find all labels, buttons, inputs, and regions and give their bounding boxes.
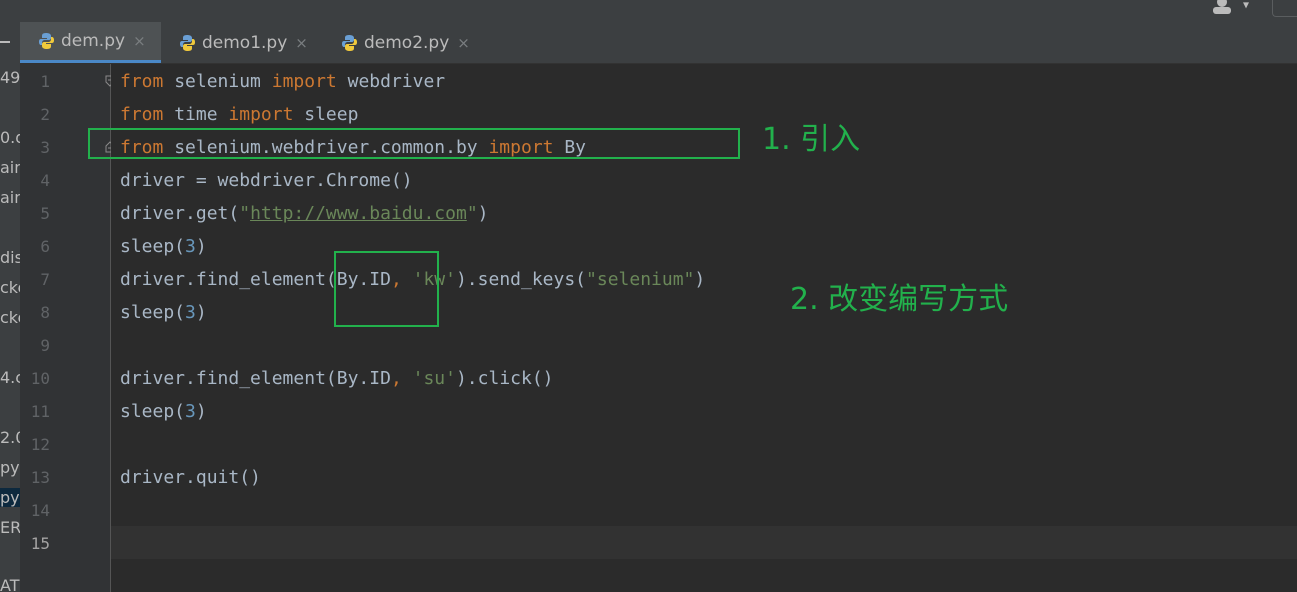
code-line-11: sleep(3): [120, 395, 207, 428]
code-text: sleep(: [120, 236, 186, 257]
code-line-6: sleep(3): [120, 230, 207, 263]
project-item[interactable]: ER: [0, 518, 20, 537]
url-link[interactable]: http://www.baidu.com: [250, 203, 467, 224]
project-item[interactable]: 49: [0, 68, 20, 87]
top-toolbar: ▼: [0, 0, 1297, 22]
string-literal: 'su': [401, 368, 456, 389]
code-text: webdriver: [336, 71, 446, 92]
line-number: 5: [40, 204, 50, 223]
project-item-selected[interactable]: py: [0, 488, 20, 507]
tab-demo1-py[interactable]: demo1.py ×: [161, 22, 323, 63]
string-quote: ": [466, 203, 478, 224]
code-line-2: from time import sleep: [120, 98, 358, 131]
current-line-highlight: [111, 526, 1297, 559]
code-text: ): [477, 203, 489, 224]
annotation-change-style: 2. 改变编写方式: [790, 282, 1009, 317]
close-icon[interactable]: ×: [133, 32, 146, 50]
code-line-10: driver.find_element(By.ID, 'su').click(): [120, 362, 554, 395]
line-number: 6: [40, 237, 50, 256]
code-line-4: driver = webdriver.Chrome(): [120, 164, 413, 197]
locator-highlight-box: [334, 251, 439, 327]
line-number: 2: [40, 105, 50, 124]
line-number: 4: [40, 171, 50, 190]
line-number: 9: [40, 336, 50, 355]
editor-tab-bar: dem.py × demo1.py × demo2.py ×: [20, 22, 1297, 64]
string-quote: ": [239, 203, 251, 224]
code-text: sleep: [293, 104, 359, 125]
keyword: import: [271, 71, 337, 92]
tab-dem-py[interactable]: dem.py ×: [20, 22, 161, 63]
code-text: ): [195, 236, 207, 257]
code-text: ): [195, 302, 207, 323]
import-highlight-box: [88, 128, 740, 159]
chevron-down-icon[interactable]: ▼: [1243, 0, 1249, 11]
project-item[interactable]: py: [0, 458, 20, 477]
code-text: ).send_keys(: [455, 269, 587, 290]
project-item[interactable]: 0.d: [0, 128, 20, 147]
line-number: 12: [30, 435, 50, 454]
line-number: 7: [40, 270, 50, 289]
line-number: 3: [40, 138, 50, 157]
tab-label: demo2.py: [364, 32, 450, 53]
line-number: 14: [30, 501, 50, 520]
keyword: from: [120, 71, 164, 92]
code-text: driver.find_element(By.ID: [120, 368, 391, 389]
project-item[interactable]: ain: [0, 188, 20, 207]
project-item[interactable]: cke: [0, 308, 20, 327]
code-text: selenium: [163, 71, 272, 92]
tab-label: demo1.py: [202, 32, 288, 53]
number-literal: 3: [185, 401, 196, 422]
close-icon[interactable]: ×: [457, 34, 470, 52]
project-item[interactable]: ain: [0, 158, 20, 177]
code-line-8: sleep(3): [120, 296, 207, 329]
toolbar-corner-button[interactable]: [1272, 0, 1297, 17]
code-text: sleep(: [120, 302, 186, 323]
line-number-current: 15: [30, 534, 50, 553]
tab-demo2-py[interactable]: demo2.py ×: [323, 22, 489, 63]
comma: ,: [390, 368, 402, 389]
line-number: 13: [30, 468, 50, 487]
code-text: ).click(): [455, 368, 554, 389]
code-text: driver.quit(): [120, 467, 261, 488]
project-item[interactable]: 2.0: [0, 428, 20, 447]
code-text: time: [163, 104, 229, 125]
code-text: sleep(: [120, 401, 186, 422]
string-literal: "selenium": [586, 269, 695, 290]
user-account-icon[interactable]: [1213, 0, 1237, 14]
python-file-icon: [180, 34, 195, 51]
project-item[interactable]: 4.c: [0, 368, 20, 387]
code-text: ): [694, 269, 706, 290]
tab-label: dem.py: [61, 31, 126, 51]
project-item[interactable]: cke: [0, 278, 20, 297]
code-line-5: driver.get("http://www.baidu.com"): [120, 197, 489, 230]
line-number: 1: [40, 72, 50, 91]
code-text: ): [195, 401, 207, 422]
code-line-1: from selenium import webdriver: [120, 65, 445, 98]
line-number: 11: [30, 402, 50, 421]
project-item[interactable]: dis: [0, 248, 20, 267]
python-file-icon: [39, 33, 54, 49]
line-number: 10: [30, 369, 50, 388]
project-panel-edge: 49 0.d ain ain dis cke cke 4.c 2.0 py py…: [0, 22, 20, 592]
number-literal: 3: [185, 236, 196, 257]
code-line-13: driver.quit(): [120, 461, 261, 494]
keyword: import: [228, 104, 294, 125]
collapse-icon[interactable]: [0, 41, 10, 43]
project-item[interactable]: AT: [0, 576, 19, 592]
line-number: 8: [40, 303, 50, 322]
code-text: driver = webdriver.Chrome(): [120, 170, 413, 191]
code-text: driver.get(: [120, 203, 240, 224]
close-icon[interactable]: ×: [295, 34, 308, 52]
number-literal: 3: [185, 302, 196, 323]
keyword: from: [120, 104, 164, 125]
python-file-icon: [342, 34, 357, 51]
annotation-import: 1. 引入: [762, 122, 861, 157]
